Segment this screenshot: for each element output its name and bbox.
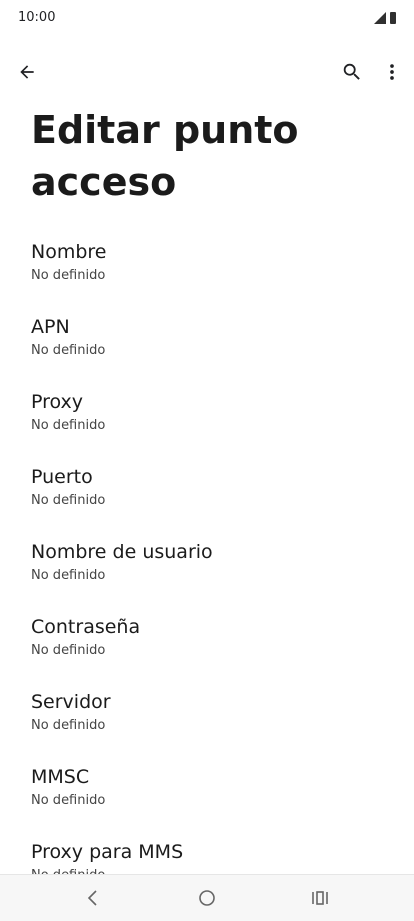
item-title: Puerto	[31, 466, 93, 488]
list-item-contrasena[interactable]: Contraseña No definido	[0, 611, 414, 686]
item-title: APN	[31, 316, 70, 338]
list-item-nombre-de-usuario[interactable]: Nombre de usuario No definido	[0, 536, 414, 611]
arrow-left-icon	[20, 65, 34, 79]
list-item-nombre[interactable]: Nombre No definido	[0, 236, 414, 311]
item-value: No definido	[31, 793, 106, 808]
status-bar: 10:00	[0, 0, 414, 36]
item-title: Proxy	[31, 391, 84, 413]
nav-recents-button[interactable]	[305, 885, 335, 911]
item-value: No definido	[31, 718, 106, 733]
search-icon	[343, 63, 360, 80]
item-value: No definido	[31, 418, 106, 433]
more-options-button[interactable]	[378, 58, 406, 86]
item-value: No definido	[31, 568, 106, 583]
back-button[interactable]	[13, 58, 41, 86]
item-value: No definido	[31, 493, 106, 508]
list-item-apn[interactable]: APN No definido	[0, 311, 414, 386]
list-item-servidor[interactable]: Servidor No definido	[0, 686, 414, 761]
search-button[interactable]	[338, 58, 366, 86]
app-toolbar	[0, 48, 414, 96]
list-item-mmsc[interactable]: MMSC No definido	[0, 761, 414, 836]
nav-home-button[interactable]	[192, 885, 222, 911]
apn-settings-list: Nombre No definido APN No definido Proxy…	[0, 236, 414, 911]
nav-back-button[interactable]	[78, 885, 108, 911]
item-value: No definido	[31, 643, 106, 658]
item-title: Nombre de usuario	[31, 541, 213, 563]
nav-back-icon	[87, 890, 97, 906]
status-icons	[374, 11, 396, 24]
item-title: Contraseña	[31, 616, 141, 638]
list-item-proxy[interactable]: Proxy No definido	[0, 386, 414, 461]
battery-icon	[390, 11, 396, 24]
list-item-puerto[interactable]: Puerto No definido	[0, 461, 414, 536]
item-title: Servidor	[31, 691, 111, 713]
more-vertical-icon	[390, 64, 394, 80]
page-title: Editar punto acceso	[31, 108, 299, 204]
item-value: No definido	[31, 343, 106, 358]
status-time: 10:00	[18, 10, 56, 25]
item-title: MMSC	[31, 766, 90, 788]
item-title: Nombre	[31, 241, 107, 263]
system-navigation-bar	[0, 874, 414, 921]
nav-home-icon	[199, 890, 215, 906]
nav-recents-icon	[312, 891, 328, 905]
item-title: Proxy para MMS	[31, 841, 184, 863]
signal-icon	[374, 11, 386, 24]
item-value: No definido	[31, 268, 106, 283]
